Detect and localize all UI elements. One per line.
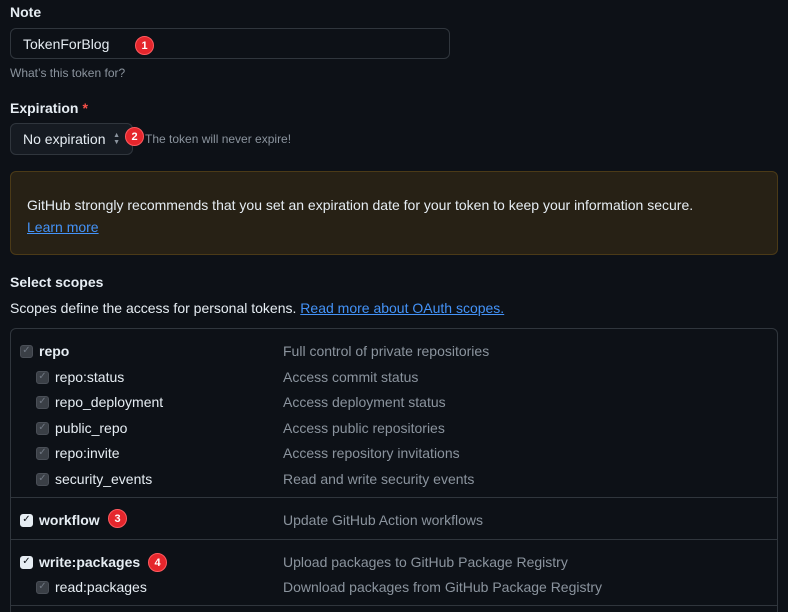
note-helper-text: What’s this token for? [10,66,126,80]
scope-description: Access public repositories [283,420,445,436]
annotation-badge-1: 1 [135,36,154,55]
scope-row-repo-invite[interactable]: ✓ repo:invite Access repository invitati… [11,442,777,464]
check-icon[interactable]: ✓ [36,472,49,486]
required-asterisk: * [82,100,88,116]
annotation-badge-2: 2 [125,127,144,146]
expiration-helper-text: The token will never expire! [145,132,292,146]
annotation-badge-3: 3 [108,509,127,528]
scope-description: Access deployment status [283,394,446,410]
check-icon[interactable]: ✓ [36,421,49,435]
scope-row-repo-status[interactable]: ✓ repo:status Access commit status [11,366,777,388]
scope-group-divider [11,539,777,540]
scope-row-write-packages[interactable]: ✓ write:packages Upload packages to GitH… [11,551,777,573]
scope-description: Access repository invitations [283,445,460,461]
scope-group-divider [11,605,777,606]
check-icon[interactable]: ✓ [20,513,33,527]
chevron-updown-icon: ▲ ▼ [113,131,120,146]
scope-row-read-packages[interactable]: ✓ read:packages Download packages from G… [11,576,777,598]
expiration-label-text: Expiration [10,100,79,116]
select-scopes-title: Select scopes [10,274,104,290]
scope-row-public-repo[interactable]: ✓ public_repo Access public repositories [11,417,777,439]
scope-description: Upload packages to GitHub Package Regist… [283,554,568,570]
scope-row-repo[interactable]: ✓ repo Full control of private repositor… [11,340,777,362]
scope-description: Access commit status [283,369,419,385]
scope-row-repo-deployment[interactable]: ✓ repo_deployment Access deployment stat… [11,391,777,413]
scope-name: write:packages [39,554,141,570]
scope-description: Update GitHub Action workflows [283,512,483,528]
expiration-warning-banner: GitHub strongly recommends that you set … [10,171,778,255]
check-icon[interactable]: ✓ [36,370,49,384]
scope-row-security-events[interactable]: ✓ security_events Read and write securit… [11,468,777,490]
check-icon[interactable]: ✓ [36,395,49,409]
scope-group-divider [11,497,777,498]
learn-more-link[interactable]: Learn more [27,219,99,235]
scope-name: repo [39,343,70,359]
scope-name: security_events [55,471,153,487]
expiration-select-value: No expiration [23,131,106,147]
check-icon[interactable]: ✓ [20,344,33,358]
annotation-badge-4: 4 [148,553,167,572]
scopes-description: Scopes define the access for personal to… [10,300,504,316]
scope-name: repo:invite [55,445,120,461]
expiration-label: Expiration * [10,100,88,116]
check-icon[interactable]: ✓ [20,555,33,569]
scopes-description-text: Scopes define the access for personal to… [10,300,297,316]
scope-name: public_repo [55,420,128,436]
warning-text: GitHub strongly recommends that you set … [27,197,694,213]
scope-name: repo:status [55,369,125,385]
scopes-list: ✓ repo Full control of private repositor… [10,328,778,612]
scope-name: workflow [39,512,100,528]
check-icon[interactable]: ✓ [36,580,49,594]
note-label: Note [10,4,42,20]
scope-name: read:packages [55,579,147,595]
expiration-select[interactable]: No expiration ▲ ▼ [10,123,133,155]
scope-description: Download packages from GitHub Package Re… [283,579,603,595]
note-input[interactable]: TokenForBlog [10,28,450,59]
oauth-scopes-link[interactable]: Read more about OAuth scopes. [300,300,504,316]
note-input-value: TokenForBlog [23,35,110,52]
check-icon[interactable]: ✓ [36,446,49,460]
scope-name: repo_deployment [55,394,164,410]
scope-description: Read and write security events [283,471,475,487]
scope-description: Full control of private repositories [283,343,490,359]
